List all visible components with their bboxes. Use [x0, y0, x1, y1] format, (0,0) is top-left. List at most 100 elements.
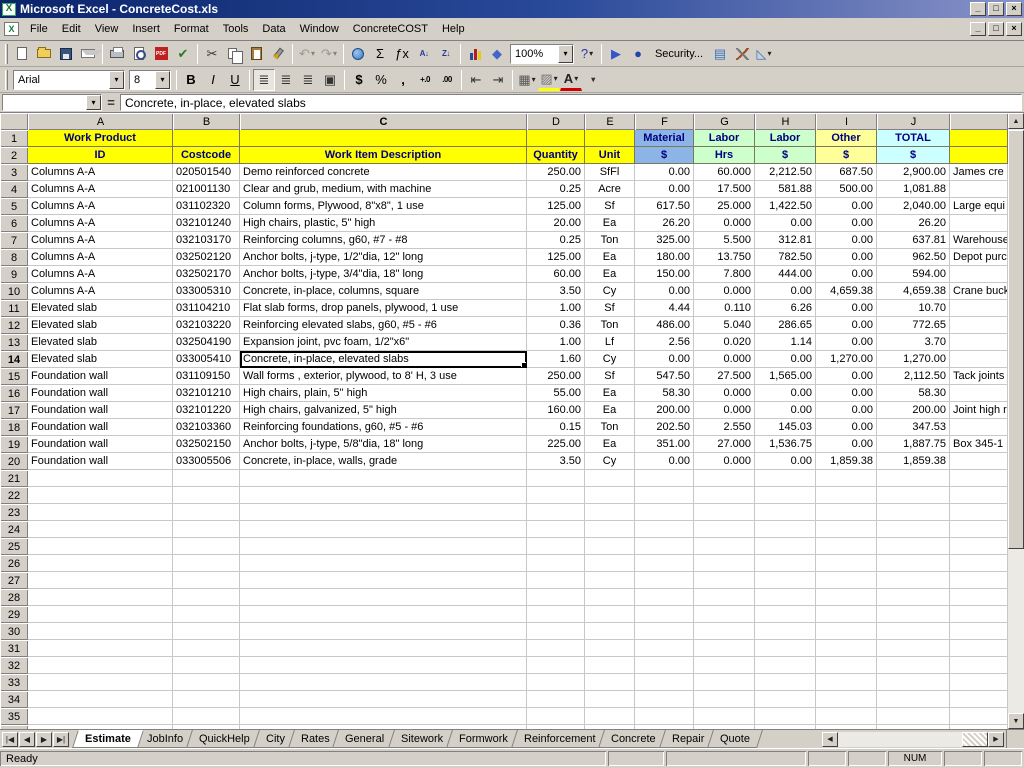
row-header-7[interactable]: 7	[0, 232, 28, 249]
row-header-28[interactable]: 28	[0, 589, 28, 606]
cell-K10[interactable]: Crane buck	[950, 283, 1008, 300]
cell-J1[interactable]: TOTAL	[877, 130, 950, 147]
menu-window[interactable]: Window	[293, 21, 346, 37]
row-header-21[interactable]: 21	[0, 470, 28, 487]
cell-H29[interactable]	[755, 606, 816, 623]
chevron-down-icon[interactable]: ▾	[558, 45, 573, 63]
increase-decimal-button[interactable]: +.0	[414, 69, 436, 91]
design-mode-button[interactable]: ◺▾	[753, 43, 775, 65]
undo-button[interactable]: ↶▾	[296, 43, 318, 65]
cell-C10[interactable]: Concrete, in-place, columns, square	[240, 283, 527, 300]
cell-C6[interactable]: High chairs, plastic, 5" high	[240, 215, 527, 232]
row-header-13[interactable]: 13	[0, 334, 28, 351]
cell-K32[interactable]	[950, 657, 1008, 674]
cell-C33[interactable]	[240, 674, 527, 691]
cell-J26[interactable]	[877, 555, 950, 572]
cell-D12[interactable]: 0.36	[527, 317, 585, 334]
cell-F29[interactable]	[635, 606, 694, 623]
next-sheet-button[interactable]: ▶	[36, 732, 52, 747]
cell-I28[interactable]	[816, 589, 877, 606]
cell-B28[interactable]	[173, 589, 240, 606]
cell-H31[interactable]	[755, 640, 816, 657]
cell-B22[interactable]	[173, 487, 240, 504]
cell-I33[interactable]	[816, 674, 877, 691]
last-sheet-button[interactable]: ▶|	[53, 732, 69, 747]
cell-B23[interactable]	[173, 504, 240, 521]
cell-J31[interactable]	[877, 640, 950, 657]
cell-B26[interactable]	[173, 555, 240, 572]
cell-D34[interactable]	[527, 691, 585, 708]
cell-E25[interactable]	[585, 538, 635, 555]
redo-button[interactable]: ↷▾	[318, 43, 340, 65]
workbook-minimize-button[interactable]: _	[970, 22, 986, 36]
cell-E10[interactable]: Cy	[585, 283, 635, 300]
cell-C9[interactable]: Anchor bolts, j-type, 3/4"dia, 18" long	[240, 266, 527, 283]
cell-I29[interactable]	[816, 606, 877, 623]
cell-H1[interactable]: Labor	[755, 130, 816, 147]
row-header-17[interactable]: 17	[0, 402, 28, 419]
cell-K18[interactable]	[950, 419, 1008, 436]
cell-J33[interactable]	[877, 674, 950, 691]
cell-J19[interactable]: 1,887.75	[877, 436, 950, 453]
cell-H10[interactable]: 0.00	[755, 283, 816, 300]
cell-A26[interactable]	[28, 555, 173, 572]
cell-E2[interactable]: Unit	[585, 147, 635, 164]
cell-G15[interactable]: 27.500	[694, 368, 755, 385]
horizontal-scroll-thumb[interactable]	[962, 732, 988, 747]
cell-I23[interactable]	[816, 504, 877, 521]
cell-H14[interactable]: 0.00	[755, 351, 816, 368]
cell-H25[interactable]	[755, 538, 816, 555]
cell-C3[interactable]: Demo reinforced concrete	[240, 164, 527, 181]
cell-B3[interactable]: 020501540	[173, 164, 240, 181]
menu-insert[interactable]: Insert	[125, 21, 167, 37]
cell-D7[interactable]: 0.25	[527, 232, 585, 249]
cell-I5[interactable]: 0.00	[816, 198, 877, 215]
row-header-24[interactable]: 24	[0, 521, 28, 538]
cell-D35[interactable]	[527, 708, 585, 725]
column-header-H[interactable]: H	[755, 113, 816, 130]
cell-F21[interactable]	[635, 470, 694, 487]
cell-D26[interactable]	[527, 555, 585, 572]
previous-sheet-button[interactable]: ◀	[19, 732, 35, 747]
cell-F12[interactable]: 486.00	[635, 317, 694, 334]
cell-I35[interactable]	[816, 708, 877, 725]
cell-E17[interactable]: Ea	[585, 402, 635, 419]
cell-K4[interactable]	[950, 181, 1008, 198]
cell-C1[interactable]	[240, 130, 527, 147]
percent-button[interactable]: %	[370, 69, 392, 91]
cell-F20[interactable]: 0.00	[635, 453, 694, 470]
cell-J34[interactable]	[877, 691, 950, 708]
column-header-I[interactable]: I	[816, 113, 877, 130]
row-header-27[interactable]: 27	[0, 572, 28, 589]
mail-button[interactable]	[77, 43, 99, 65]
cell-K12[interactable]	[950, 317, 1008, 334]
row-header-2[interactable]: 2	[0, 147, 28, 164]
cell-J3[interactable]: 2,900.00	[877, 164, 950, 181]
cell-G18[interactable]: 2.550	[694, 419, 755, 436]
cell-A19[interactable]: Foundation wall	[28, 436, 173, 453]
cell-D17[interactable]: 160.00	[527, 402, 585, 419]
cell-K26[interactable]	[950, 555, 1008, 572]
cell-G27[interactable]	[694, 572, 755, 589]
sheet-tab-estimate[interactable]: Estimate	[72, 730, 144, 748]
cell-K6[interactable]	[950, 215, 1008, 232]
zoom-combo[interactable]: 100%▾	[510, 44, 574, 64]
cell-E11[interactable]: Sf	[585, 300, 635, 317]
cell-J12[interactable]: 772.65	[877, 317, 950, 334]
menu-tools[interactable]: Tools	[216, 21, 256, 37]
cell-G28[interactable]	[694, 589, 755, 606]
cell-E1[interactable]	[585, 130, 635, 147]
drawing-button[interactable]: ◆	[486, 43, 508, 65]
cell-J8[interactable]: 962.50	[877, 249, 950, 266]
new-document-button[interactable]	[11, 43, 33, 65]
cell-A24[interactable]	[28, 521, 173, 538]
more-buttons-arrow[interactable]: ▾	[582, 69, 604, 91]
cell-D19[interactable]: 225.00	[527, 436, 585, 453]
cell-G7[interactable]: 5.500	[694, 232, 755, 249]
cell-A12[interactable]: Elevated slab	[28, 317, 173, 334]
cell-K35[interactable]	[950, 708, 1008, 725]
chevron-down-icon[interactable]: ▾	[554, 74, 558, 83]
row-header-18[interactable]: 18	[0, 419, 28, 436]
cell-K30[interactable]	[950, 623, 1008, 640]
cell-I10[interactable]: 4,659.38	[816, 283, 877, 300]
